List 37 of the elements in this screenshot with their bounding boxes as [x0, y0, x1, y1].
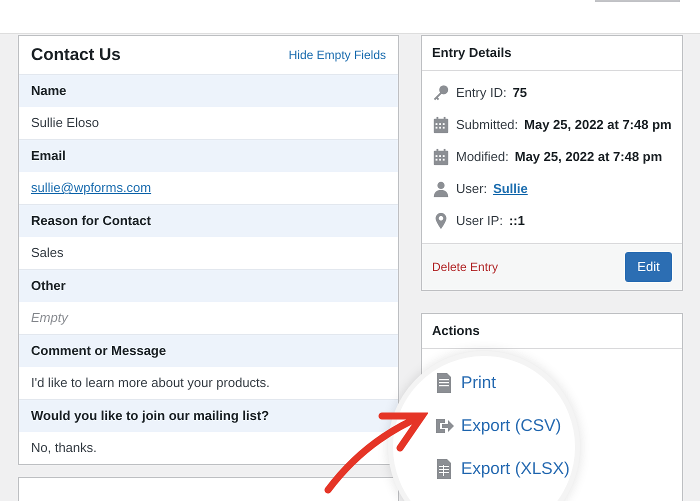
field-label: Would you like to join our mailing list? [19, 399, 398, 432]
user-link[interactable]: Sullie [493, 179, 528, 199]
detail-value: ::1 [508, 212, 525, 230]
user-icon [432, 180, 450, 198]
document-icon [434, 372, 454, 394]
edit-button[interactable]: Edit [625, 252, 672, 282]
field-value: Sullie Eloso [31, 114, 99, 132]
detail-value: 75 [512, 84, 528, 102]
hide-empty-fields-link[interactable]: Hide Empty Fields [288, 46, 386, 64]
action-link[interactable]: Print [461, 370, 496, 396]
detail-label: User: [456, 180, 488, 198]
detail-label: Submitted: [456, 116, 518, 134]
action-link[interactable]: Export (CSV) [461, 413, 562, 439]
detail-label: Entry ID: [456, 84, 507, 102]
field-value: Sales [31, 244, 64, 262]
spreadsheet-icon [434, 458, 454, 480]
delete-entry-link[interactable]: Delete Entry [432, 258, 498, 276]
calendar-icon [432, 148, 450, 166]
field-label: Comment or Message [19, 334, 398, 367]
field-value: No, thanks. [31, 439, 97, 458]
card-title: Entry Details [422, 36, 682, 71]
card-title: Actions [422, 314, 682, 349]
key-icon [432, 84, 450, 102]
field-label: Email [19, 139, 398, 172]
detail-label: User IP: [456, 212, 503, 230]
field-label: Name [19, 74, 398, 107]
action-link[interactable]: Export (XLSX) [461, 456, 570, 482]
detail-value: May 25, 2022 at 7:48 pm [524, 116, 672, 134]
field-label: Other [19, 269, 398, 302]
card-title: Contact Us [31, 44, 121, 66]
field-value: Empty [31, 309, 68, 328]
field-value: I'd like to learn more about your products. [31, 374, 270, 392]
detail-value: May 25, 2022 at 7:48 pm [514, 148, 662, 166]
detail-label: Modified: [456, 148, 509, 166]
calendar-icon [432, 116, 450, 134]
field-label: Reason for Contact [19, 204, 398, 237]
email-link[interactable]: sullie@wpforms.com [31, 178, 152, 198]
